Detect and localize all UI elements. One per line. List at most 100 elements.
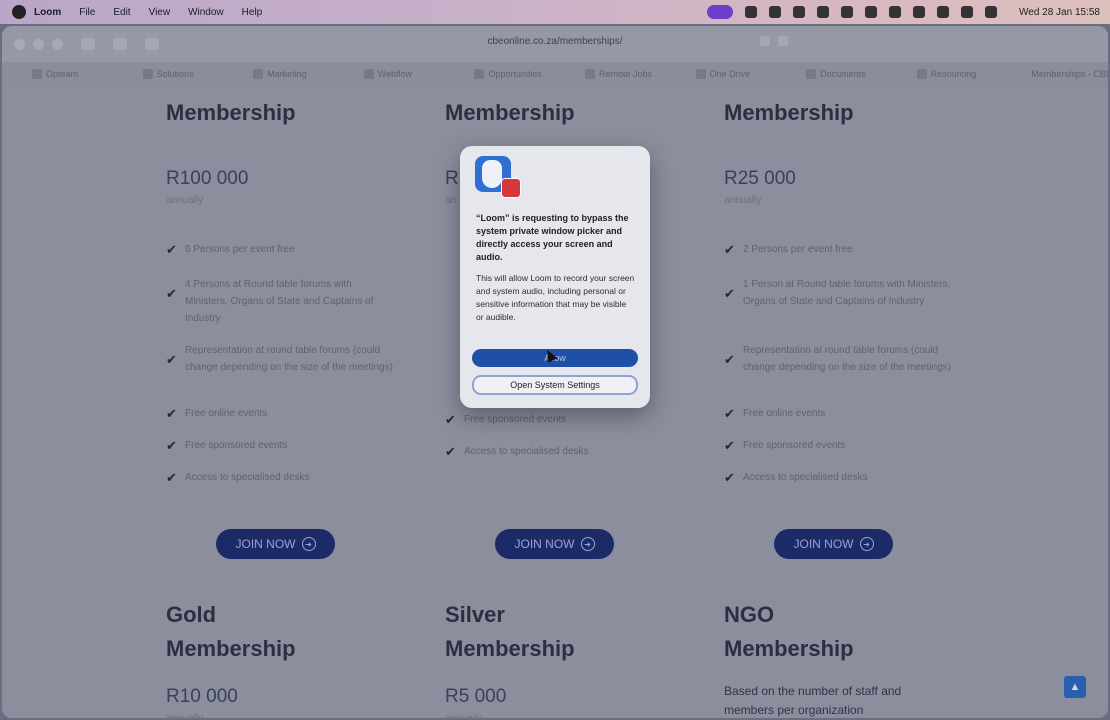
membership-card: Membership R25 000 annually ✔ 2 Persons p… (724, 96, 954, 504)
tab[interactable]: Opteam (2, 69, 113, 79)
card-price: R25 000 (724, 168, 796, 189)
moon-icon[interactable] (889, 6, 901, 18)
card-price: R10 000 (166, 686, 238, 707)
join-now-button[interactable]: JOIN NOW ➜ (774, 529, 893, 559)
feature-item: ✔ 4 Persons at Round table forums with Mi… (166, 276, 396, 342)
card-title-line2: Membership (166, 636, 296, 661)
address-bar[interactable]: cbeonline.co.za/memberships/ (2, 36, 1108, 47)
menubar-clock[interactable]: Wed 28 Jan 15:58 (1019, 7, 1100, 18)
tab[interactable]: Solutions (113, 69, 224, 79)
card-title: Membership (724, 100, 854, 125)
favicon-icon (916, 69, 927, 79)
card-title-line1: Gold (166, 602, 217, 627)
translate-icon[interactable] (760, 36, 770, 46)
feature-text: Free sponsored events (743, 440, 846, 451)
scroll-to-top-button[interactable]: ▲ (1064, 676, 1086, 698)
open-system-settings-button[interactable]: Open System Settings (472, 375, 638, 395)
tray-app-icon[interactable] (745, 6, 757, 18)
apple-icon[interactable] (12, 5, 26, 19)
tray-app-icon[interactable] (817, 6, 829, 18)
tray-app-icon[interactable] (769, 6, 781, 18)
favicon-icon (32, 69, 42, 79)
feature-item: ✔ Access to specialised desks (724, 471, 954, 504)
feature-item: ✔ Access to specialised desks (166, 471, 396, 504)
arrow-right-icon: ➜ (301, 537, 316, 551)
card-title-line1: NGO (724, 602, 775, 627)
tab-active[interactable]: Memberships - CBE (997, 69, 1108, 79)
tab-label: Webflow (377, 69, 413, 79)
card-note: Based on the number of staff and members… (724, 684, 902, 717)
tab[interactable]: Remote Jobs (555, 69, 666, 79)
input-source-icon[interactable] (937, 6, 949, 18)
wifi-icon[interactable] (961, 6, 973, 18)
feature-text: 2 Persons per event free (743, 244, 853, 255)
tab-label: Documents (820, 69, 866, 79)
join-now-button[interactable]: JOIN NOW ➜ (495, 529, 614, 559)
membership-card: NGO Membership Based on the number of st… (724, 598, 954, 718)
loom-app-icon (475, 156, 521, 198)
menu-window[interactable]: Window (188, 7, 224, 18)
tab[interactable]: Documents (776, 69, 887, 79)
feature-text: Free sponsored events (185, 440, 288, 451)
card-title: Membership (445, 100, 575, 125)
tray-app-icon[interactable] (793, 6, 805, 18)
tray-app-icon[interactable] (865, 6, 877, 18)
menu-file[interactable]: File (79, 7, 95, 18)
permission-dialog: “Loom” is requesting to bypass the syste… (460, 146, 650, 408)
tab-label: One Drive (709, 69, 751, 79)
feature-text: Representation at round table forums (co… (185, 345, 393, 373)
feature-item: ✔ Free sponsored events (166, 439, 396, 472)
feature-item: ✔ Free online events (724, 406, 954, 440)
favicon-icon (695, 69, 706, 79)
recording-icon[interactable] (707, 5, 733, 19)
menu-view[interactable]: View (149, 7, 171, 18)
check-icon: ✔ (445, 444, 456, 459)
check-icon: ✔ (724, 406, 735, 421)
check-icon: ✔ (166, 352, 177, 367)
card-price: R5 000 (445, 686, 507, 707)
tab[interactable]: Webflow (334, 69, 445, 79)
menu-edit[interactable]: Edit (113, 7, 130, 18)
feature-item: ✔ Free online events (166, 407, 396, 440)
check-icon: ✔ (724, 352, 735, 367)
tab[interactable]: Resourcing (887, 69, 998, 79)
membership-card: Silver Membership R5 000 annually (445, 598, 675, 718)
tray-app-icon[interactable] (841, 6, 853, 18)
check-icon: ✔ (445, 412, 456, 427)
tab-label: Opportunities (488, 69, 542, 79)
menubar: Loom File Edit View Window Help Wed 28 J… (0, 0, 1110, 24)
tab-bar: Opteam Solutions Marketing Webflow Oppor… (2, 62, 1108, 87)
battery-icon[interactable] (913, 6, 925, 18)
menu-app-name[interactable]: Loom (34, 7, 61, 18)
tab-label: Remote Jobs (598, 69, 652, 79)
check-icon: ✔ (166, 286, 177, 301)
control-center-icon[interactable] (985, 6, 997, 18)
tab-label: Solutions (156, 69, 194, 79)
tab[interactable]: One Drive (666, 69, 777, 79)
card-period: annually (445, 713, 675, 718)
card-title: Membership (166, 100, 296, 125)
feature-text: Access to specialised desks (185, 472, 310, 483)
check-icon: ✔ (166, 242, 177, 257)
card-title-line1: Silver (445, 602, 505, 627)
tab[interactable]: Opportunities (444, 69, 555, 79)
join-now-button[interactable]: JOIN NOW ➜ (216, 529, 335, 559)
menu-help[interactable]: Help (242, 7, 263, 18)
reload-icon[interactable] (778, 36, 788, 46)
button-label: JOIN NOW (793, 537, 854, 551)
feature-text: Free online events (185, 408, 268, 419)
membership-card: Gold Membership R10 000 annually (166, 598, 396, 718)
card-period: annually (166, 713, 396, 718)
favicon-icon (253, 69, 264, 79)
favicon-icon (584, 69, 595, 79)
feature-item: ✔ Free sponsored events (724, 439, 954, 472)
menubar-tray: Wed 28 Jan 15:58 (707, 0, 1100, 24)
feature-text: 6 Persons per event free (185, 244, 295, 255)
check-icon: ✔ (724, 286, 735, 301)
tab[interactable]: Marketing (223, 69, 334, 79)
hand-icon (482, 160, 502, 188)
favicon-icon (363, 69, 374, 79)
feature-text: Access to specialised desks (743, 472, 868, 483)
feature-text: Free sponsored events (464, 414, 567, 425)
feature-item: ✔ Representation at round table forums (c… (166, 342, 396, 408)
